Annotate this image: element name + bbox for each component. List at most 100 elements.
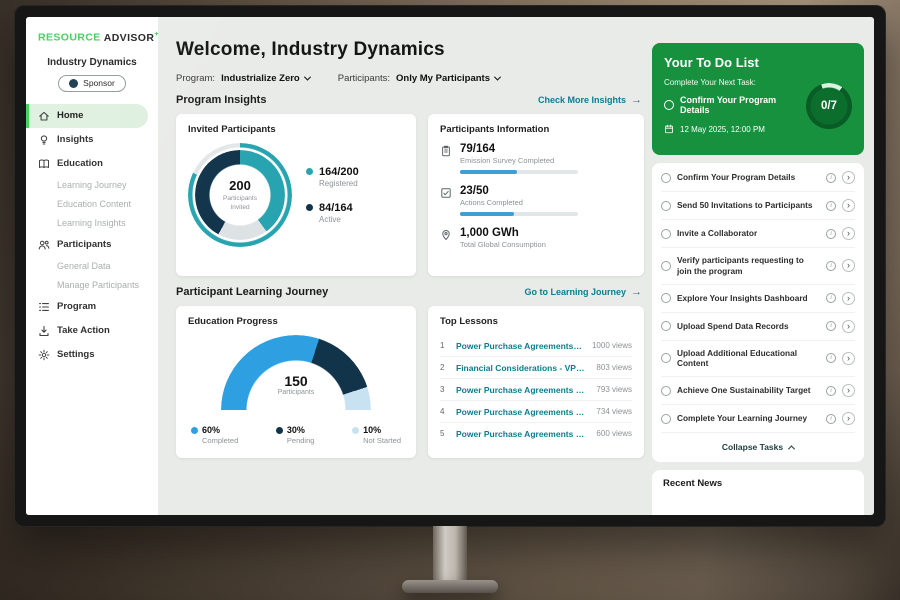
task-row-confirm-your-program-details[interactable]: Confirm Your Program Detailsi› <box>661 164 855 192</box>
recent-news-title: Recent News <box>663 478 722 489</box>
task-checkbox[interactable] <box>661 201 671 211</box>
task-row-explore-your-insights-dashboard[interactable]: Explore Your Insights Dashboardi› <box>661 285 855 313</box>
check-more-insights-link[interactable]: Check More Insights → <box>538 95 642 106</box>
lesson-link[interactable]: Power Purchase Agreements 102 <box>456 407 588 417</box>
participants-dropdown[interactable]: Only My Participants <box>396 73 500 84</box>
legend-dot <box>306 204 313 211</box>
legend-label: Active <box>319 215 353 224</box>
sidebar-item-learning-insights[interactable]: Learning Insights <box>26 214 158 233</box>
info-icon[interactable]: i <box>826 173 836 183</box>
task-label: Send 50 Invitations to Participants <box>677 200 820 211</box>
task-expand-button[interactable]: › <box>842 227 855 240</box>
todo-title: Your To Do List <box>664 55 852 70</box>
stat-body: 23/50Actions Completed <box>460 185 578 216</box>
sidebar-item-insights[interactable]: Insights <box>26 128 158 152</box>
task-checkbox[interactable] <box>661 353 671 363</box>
task-row-verify-participants-requesting-to-join-the-program[interactable]: Verify participants requesting to join t… <box>661 248 855 285</box>
task-expand-button[interactable]: › <box>842 412 855 425</box>
task-checkbox[interactable] <box>661 261 671 271</box>
sidebar-item-label: Education <box>57 158 103 169</box>
task-row-complete-your-learning-journey[interactable]: Complete Your Learning Journeyi› <box>661 405 855 433</box>
legend-value: 10% <box>363 425 401 435</box>
task-checkbox[interactable] <box>661 321 671 331</box>
collapse-label: Collapse Tasks <box>722 442 783 452</box>
card-title: Top Lessons <box>440 316 632 327</box>
task-expand-button[interactable]: › <box>842 292 855 305</box>
participants-information-card: Participants Information 79/164Emission … <box>428 114 644 276</box>
lesson-rank: 4 <box>440 407 448 416</box>
sidebar-item-program[interactable]: Program <box>26 295 158 319</box>
task-expand-button[interactable]: › <box>842 352 855 365</box>
donut-legend: 164/200Registered84/164Active <box>306 166 359 224</box>
task-checkbox[interactable] <box>661 173 671 183</box>
arrow-right-icon: → <box>631 287 642 298</box>
info-icon[interactable]: i <box>826 201 836 211</box>
sidebar-item-label: Insights <box>57 134 93 145</box>
sidebar-item-settings[interactable]: Settings <box>26 343 158 367</box>
card-title: Participants Information <box>440 124 632 135</box>
info-icon[interactable]: i <box>826 414 836 424</box>
task-checkbox[interactable] <box>661 414 671 424</box>
go-to-learning-journey-link[interactable]: Go to Learning Journey → <box>524 287 642 298</box>
info-icon[interactable]: i <box>826 293 836 303</box>
task-checkbox[interactable] <box>661 386 671 396</box>
program-dropdown[interactable]: Industrialize Zero <box>221 73 310 84</box>
card-title: Education Progress <box>188 316 404 327</box>
info-icon[interactable]: i <box>826 229 836 239</box>
sidebar-item-education-content[interactable]: Education Content <box>26 195 158 214</box>
lesson-views: 803 views <box>596 363 632 372</box>
app-logo: RESOURCEADVISOR+ <box>26 31 158 44</box>
task-expand-button[interactable]: › <box>842 384 855 397</box>
sidebar-item-home[interactable]: Home <box>26 104 148 128</box>
lesson-link[interactable]: Power Purchase Agreements 103 <box>456 429 588 439</box>
task-expand-button[interactable]: › <box>842 259 855 272</box>
info-icon[interactable]: i <box>826 353 836 363</box>
sidebar-item-label: Settings <box>57 349 94 360</box>
progress-count: 0/7 <box>821 100 837 112</box>
collapse-tasks-button[interactable]: Collapse Tasks <box>661 433 855 461</box>
task-row-send-50-invitations-to-participants[interactable]: Send 50 Invitations to Participants i › <box>661 192 855 220</box>
program-dropdown-value: Industrialize Zero <box>221 73 300 84</box>
education-gauge-chart: 150 Participants <box>221 335 371 413</box>
stat-value: 1,000 GWh <box>460 227 546 239</box>
stat-actions-completed: 23/50Actions Completed <box>440 185 632 216</box>
sidebar-item-participants[interactable]: Participants <box>26 233 158 257</box>
lesson-link[interactable]: Power Purchase Agreements 101 <box>456 341 584 351</box>
sidebar-item-take-action[interactable]: Take Action <box>26 319 158 343</box>
info-icon[interactable]: i <box>826 321 836 331</box>
legend-label: Registered <box>319 179 359 188</box>
legend-dot <box>191 427 198 434</box>
info-icon[interactable]: i <box>826 261 836 271</box>
legend-body: 60%Completed <box>202 425 238 445</box>
sidebar-item-label: Learning Insights <box>57 218 126 228</box>
participants-filter-label: Participants: <box>338 73 390 84</box>
logo-text-primary: RESOURCE <box>38 32 101 44</box>
task-row-invite-a-collaborator[interactable]: Invite a Collaboratori› <box>661 220 855 248</box>
task-checkbox[interactable] <box>664 100 674 110</box>
sidebar-item-education[interactable]: Education <box>26 152 158 176</box>
program-insights-header: Program Insights Check More Insights → <box>176 94 642 106</box>
sidebar-item-learning-journey[interactable]: Learning Journey <box>26 176 158 195</box>
lesson-rank: 5 <box>440 429 448 438</box>
task-expand-button[interactable]: › <box>842 199 855 212</box>
sponsor-badge[interactable]: Sponsor <box>58 75 126 92</box>
task-row-achieve-one-sustainability-target[interactable]: Achieve One Sustainability Targeti› <box>661 377 855 405</box>
lesson-link[interactable]: Power Purchase Agreements 101 <box>456 385 588 395</box>
task-row-upload-spend-data-records[interactable]: Upload Spend Data Recordsi› <box>661 313 855 341</box>
sponsor-badge-label: Sponsor <box>83 78 115 88</box>
sidebar-item-general-data[interactable]: General Data <box>26 257 158 276</box>
task-checkbox[interactable] <box>661 229 671 239</box>
task-checkbox[interactable] <box>661 293 671 303</box>
sidebar-item-manage-participants[interactable]: Manage Participants <box>26 276 158 295</box>
stat-body: 79/164Emission Survey Completed <box>460 143 578 174</box>
lesson-link[interactable]: Financial Considerations - VPPAs <box>456 363 588 373</box>
logo-text-secondary: ADVISOR <box>104 32 155 44</box>
task-row-upload-additional-educational-content[interactable]: Upload Additional Educational Contenti› <box>661 341 855 378</box>
task-expand-button[interactable]: › <box>842 171 855 184</box>
legend-label: Pending <box>287 436 315 445</box>
progress-bar <box>460 212 578 216</box>
task-expand-button[interactable]: › <box>842 320 855 333</box>
info-icon[interactable]: i <box>826 386 836 396</box>
lesson-rank: 2 <box>440 363 448 372</box>
legend-item-not-started: 10%Not Started <box>352 425 401 445</box>
